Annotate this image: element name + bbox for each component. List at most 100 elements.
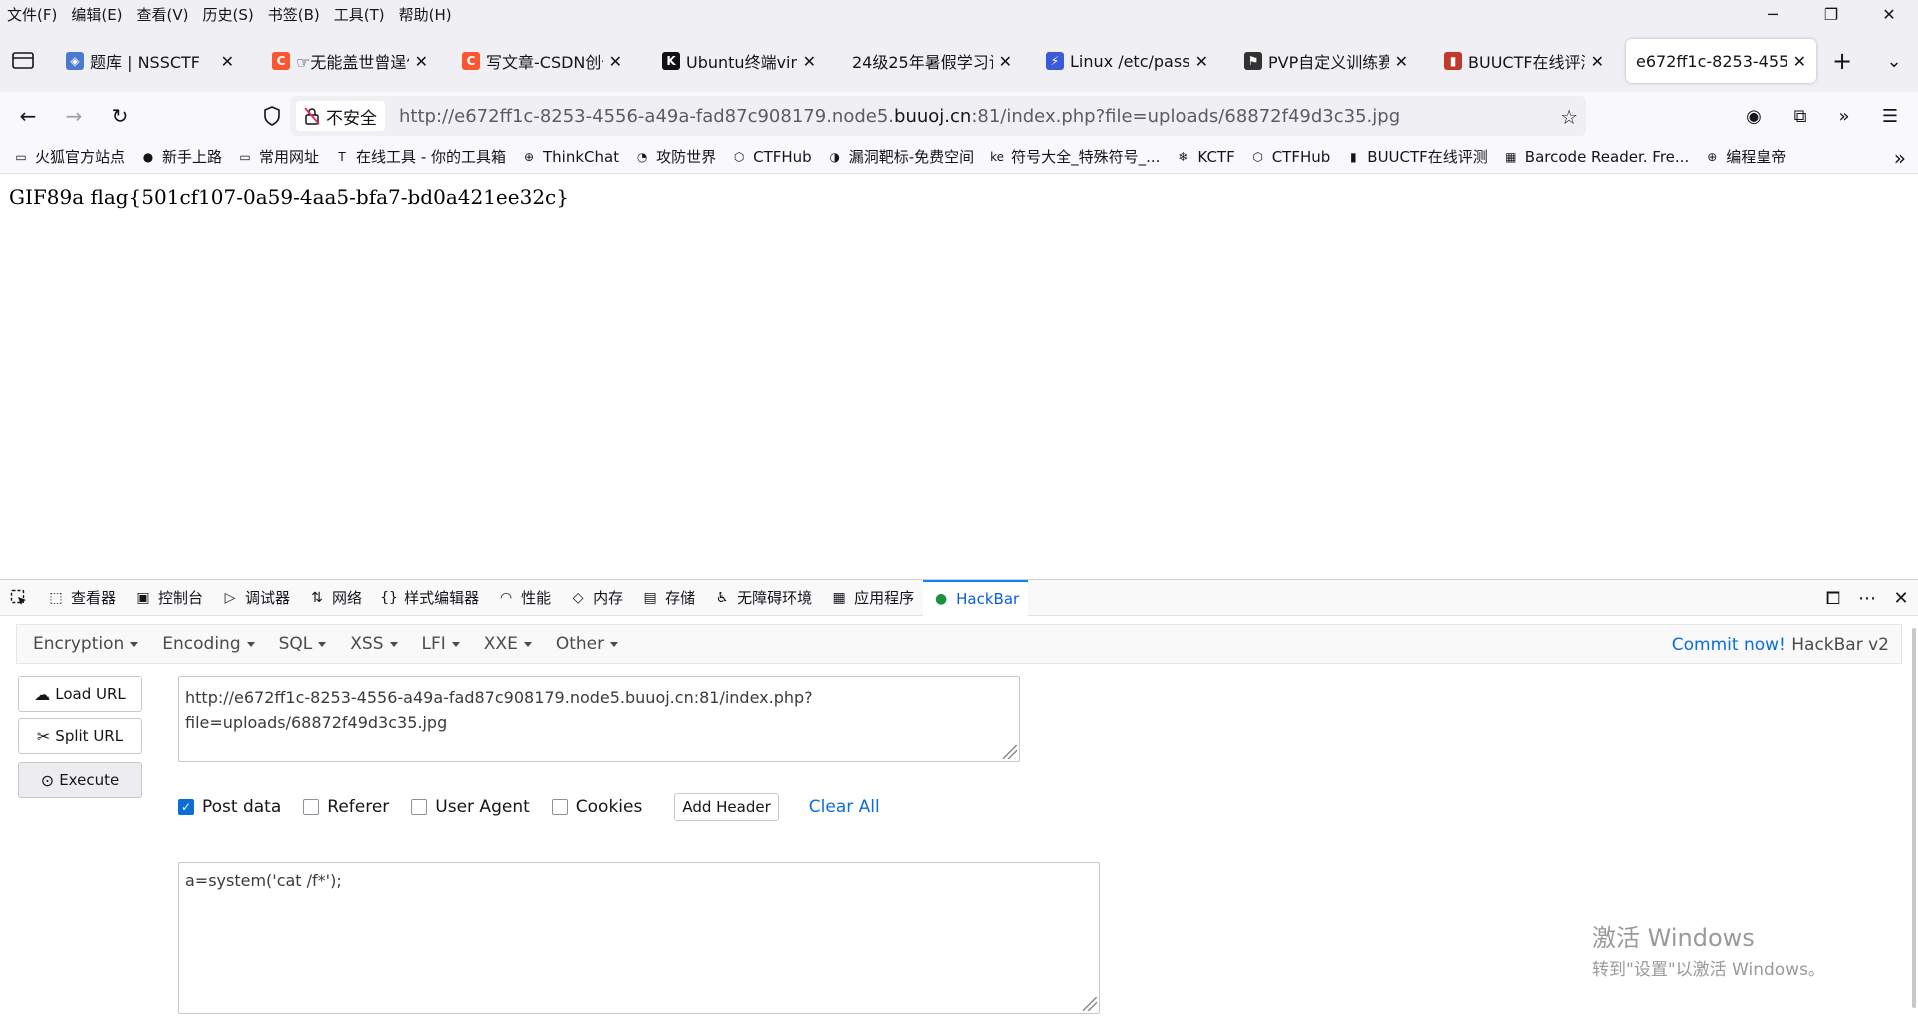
devtools-tab[interactable]: ◇ 内存 bbox=[560, 580, 632, 616]
post-data-input[interactable]: a=system('cat /f*'); bbox=[178, 862, 1100, 1014]
bookmark-item[interactable]: ▮ BUUCTF在线评测 bbox=[1344, 146, 1488, 167]
devtools-tab[interactable]: ▤ 存储 bbox=[632, 580, 704, 616]
devtools-close-icon[interactable]: ✕ bbox=[1884, 588, 1918, 609]
user-agent-checkbox[interactable]: User Agent bbox=[411, 797, 530, 817]
devtools-tab[interactable]: ⇅ 网络 bbox=[299, 580, 371, 616]
devtools-tab[interactable]: ▣ 控制台 bbox=[125, 580, 212, 616]
tab-close-icon[interactable]: ✕ bbox=[1195, 52, 1208, 71]
tab-close-icon[interactable]: ✕ bbox=[1591, 52, 1604, 71]
minimize-button[interactable]: ─ bbox=[1744, 0, 1802, 28]
devtools-tab[interactable]: ⬚ 查看器 bbox=[38, 580, 125, 616]
bookmark-star-icon[interactable]: ☆ bbox=[1560, 105, 1578, 129]
browser-tab[interactable]: e672ff1c-8253-4556- ✕ bbox=[1626, 39, 1816, 83]
bookmark-item[interactable]: ● 新手上路 bbox=[139, 146, 222, 167]
devtools-tab[interactable]: {} 样式编辑器 bbox=[371, 580, 488, 616]
tab-close-icon[interactable]: ✕ bbox=[221, 52, 234, 71]
menu-bookmarks[interactable]: 书签(B) bbox=[261, 4, 327, 25]
bookmark-item[interactable]: ▦ Barcode Reader. Fre... bbox=[1502, 148, 1689, 166]
caret-down-icon bbox=[523, 641, 532, 647]
tracking-shield-icon[interactable] bbox=[254, 96, 290, 136]
menu-help[interactable]: 帮助(H) bbox=[392, 4, 459, 25]
tab-close-icon[interactable]: ✕ bbox=[609, 52, 622, 71]
resize-handle-icon[interactable] bbox=[1003, 745, 1017, 759]
bookmark-item[interactable]: ◑ 漏洞靶标-免费空间 bbox=[826, 146, 974, 167]
tab-list-chevron-icon[interactable]: ⌄ bbox=[1880, 48, 1908, 76]
element-picker-icon[interactable] bbox=[0, 580, 38, 616]
browser-tab[interactable]: C ☞无能盖世曾逞何 ✕ bbox=[262, 39, 438, 83]
browser-tab[interactable]: 24级25年暑假学习计划 ✕ bbox=[842, 39, 1022, 83]
devtools-tab[interactable]: ▦ 应用程序 bbox=[821, 580, 923, 616]
bookmark-item[interactable]: ◔ 攻防世界 bbox=[633, 146, 716, 167]
overflow-chevron-icon[interactable]: » bbox=[1830, 102, 1858, 130]
url-text[interactable]: http://e672ff1c-8253-4556-a49a-fad87c908… bbox=[399, 106, 1400, 127]
split-url-button[interactable]: ✂ Split URL bbox=[18, 718, 142, 754]
back-button[interactable]: ← bbox=[14, 102, 42, 130]
browser-tab[interactable]: ◈ 题库 | NSSCTF ✕ bbox=[56, 39, 244, 83]
tab-close-icon[interactable]: ✕ bbox=[1793, 52, 1806, 71]
reload-button[interactable]: ↻ bbox=[106, 102, 134, 130]
post-data-checkbox[interactable]: ✓ Post data bbox=[178, 797, 281, 817]
tab-close-icon[interactable]: ✕ bbox=[415, 52, 428, 71]
close-window-button[interactable]: ✕ bbox=[1860, 0, 1918, 28]
extensions-icon[interactable]: ⧉ bbox=[1786, 102, 1814, 130]
devtools-tab[interactable]: ◠ 性能 bbox=[488, 580, 560, 616]
execute-button[interactable]: ⊙ Execute bbox=[18, 762, 142, 798]
account-icon[interactable]: ◉ bbox=[1740, 102, 1768, 130]
referer-checkbox[interactable]: Referer bbox=[303, 797, 389, 817]
hackbar-menu[interactable]: Encoding bbox=[154, 634, 262, 654]
devtools-more-icon[interactable]: ⋯ bbox=[1850, 588, 1884, 609]
connection-insecure-badge[interactable]: 不安全 bbox=[296, 101, 385, 131]
bookmark-item[interactable]: ⊕ 编程皇帝 bbox=[1703, 146, 1786, 167]
resize-handle-icon[interactable] bbox=[1083, 997, 1097, 1011]
devtools-tab[interactable]: ● HackBar bbox=[923, 579, 1029, 616]
browser-tab[interactable]: ⚡ Linux /etc/passwd ✕ bbox=[1036, 39, 1218, 83]
devtools-tab[interactable]: ♿ 无障碍环境 bbox=[704, 580, 821, 616]
app-menu-icon[interactable]: ☰ bbox=[1876, 102, 1904, 130]
hackbar-menu[interactable]: SQL bbox=[271, 634, 335, 654]
add-header-button[interactable]: Add Header bbox=[674, 793, 779, 821]
tab-overview-icon[interactable] bbox=[10, 48, 36, 72]
forward-button[interactable]: → bbox=[60, 102, 88, 130]
tab-close-icon[interactable]: ✕ bbox=[999, 52, 1012, 71]
hackbar-menu[interactable]: XSS bbox=[342, 634, 405, 654]
split-url-label: Split URL bbox=[55, 727, 124, 745]
hackbar-menu[interactable]: LFI bbox=[414, 634, 468, 654]
bookmark-item[interactable]: ❄ KCTF bbox=[1174, 148, 1234, 166]
devtools-tab-label: 内存 bbox=[593, 589, 624, 607]
tab-close-icon[interactable]: ✕ bbox=[803, 52, 816, 71]
menu-file[interactable]: 文件(F) bbox=[0, 4, 64, 25]
bookmark-item[interactable]: ke 符号大全_特殊符号_... bbox=[988, 146, 1160, 167]
url-bar[interactable]: 不安全 http://e672ff1c-8253-4556-a49a-fad87… bbox=[264, 96, 1586, 136]
cookies-checkbox[interactable]: Cookies bbox=[551, 797, 642, 817]
browser-tab[interactable]: C 写文章-CSDN创作 ✕ bbox=[452, 39, 632, 83]
bookmark-item[interactable]: ⊕ ThinkChat bbox=[520, 148, 619, 166]
bookmark-item[interactable]: ▭ 常用网址 bbox=[236, 146, 319, 167]
checkbox-empty-icon bbox=[551, 799, 568, 815]
tab-close-icon[interactable]: ✕ bbox=[1395, 52, 1408, 71]
bookmarks-overflow-icon[interactable]: » bbox=[1894, 146, 1906, 170]
menu-view[interactable]: 查看(V) bbox=[130, 4, 196, 25]
menu-tools[interactable]: 工具(T) bbox=[327, 4, 392, 25]
browser-tab[interactable]: ▮ BUUCTF在线评测 ✕ bbox=[1434, 39, 1614, 83]
browser-tab[interactable]: ⚑ PVP自定义训练赛 ✕ bbox=[1234, 39, 1418, 83]
commit-now-link[interactable]: Commit now! bbox=[1672, 635, 1786, 655]
devtools-tab[interactable]: ▷ 调试器 bbox=[212, 580, 299, 616]
hackbar-menu[interactable]: Encryption bbox=[25, 634, 146, 654]
clear-all-link[interactable]: Clear All bbox=[809, 797, 880, 817]
hackbar-menu[interactable]: XXE bbox=[476, 634, 540, 654]
menu-history[interactable]: 历史(S) bbox=[196, 4, 261, 25]
devtools-tab-label: 应用程序 bbox=[854, 589, 915, 607]
restore-button[interactable]: ❐ bbox=[1802, 0, 1860, 28]
bookmark-item[interactable]: T 在线工具 - 你的工具箱 bbox=[333, 146, 506, 167]
menu-edit[interactable]: 编辑(E) bbox=[64, 4, 129, 25]
bookmark-item[interactable]: ⬡ CTFHub bbox=[730, 148, 812, 166]
hackbar-scrollbar[interactable] bbox=[1912, 628, 1916, 1008]
hackbar-url-input[interactable]: http://e672ff1c-8253-4556-a49a-fad87c908… bbox=[178, 676, 1020, 762]
browser-tab[interactable]: K Ubuntu终端vim安 ✕ bbox=[652, 39, 826, 83]
new-tab-button[interactable]: + bbox=[1828, 48, 1856, 76]
dock-side-icon[interactable]: ⧠ bbox=[1816, 588, 1850, 609]
bookmark-item[interactable]: ⬡ CTFHub bbox=[1249, 148, 1330, 166]
bookmark-item[interactable]: ▭ 火狐官方站点 bbox=[12, 146, 125, 167]
hackbar-menu[interactable]: Other bbox=[548, 634, 626, 654]
load-url-button[interactable]: ☁ Load URL bbox=[18, 676, 142, 712]
